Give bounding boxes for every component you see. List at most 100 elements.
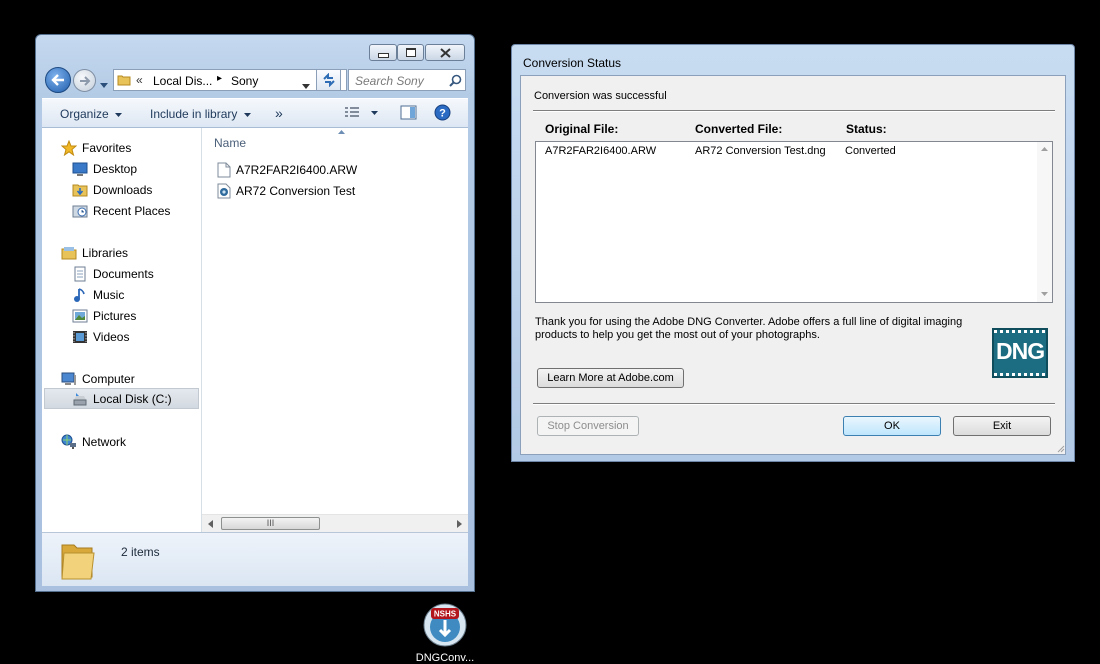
change-view-button[interactable] bbox=[344, 107, 379, 122]
dialog-title: Conversion Status bbox=[523, 56, 622, 70]
nav-downloads[interactable]: Downloads bbox=[72, 180, 152, 200]
refresh-button[interactable] bbox=[316, 69, 341, 91]
desktop-shortcut[interactable]: NSHS DNGConv... bbox=[416, 602, 474, 664]
nav-label: Favorites bbox=[82, 141, 132, 155]
nav-label: Recent Places bbox=[93, 204, 171, 218]
search-placeholder: Search Sony bbox=[355, 74, 424, 88]
back-button[interactable] bbox=[45, 67, 71, 93]
conversion-list[interactable]: A7R2FAR2I6400.ARW AR72 Conversion Test.d… bbox=[535, 141, 1053, 303]
column-original: Original File: bbox=[545, 122, 619, 136]
nav-label: Computer bbox=[82, 372, 135, 386]
resize-grip-icon[interactable] bbox=[1056, 444, 1065, 453]
refresh-icon bbox=[323, 73, 335, 87]
chevron-down-icon bbox=[100, 83, 108, 88]
search-icon[interactable] bbox=[449, 74, 462, 87]
cell-original: A7R2FAR2I6400.ARW bbox=[545, 145, 657, 157]
organize-label: Organize bbox=[60, 107, 109, 121]
nav-favorites[interactable]: Favorites bbox=[61, 138, 131, 158]
nav-label: Pictures bbox=[93, 309, 137, 323]
scroll-left-icon[interactable] bbox=[208, 520, 213, 528]
scroll-up-icon[interactable] bbox=[1041, 147, 1048, 151]
file-name: A7R2FAR2I6400.ARW bbox=[236, 163, 358, 177]
hard-drive-icon bbox=[73, 393, 87, 406]
maximize-icon bbox=[405, 48, 416, 57]
videos-icon bbox=[73, 331, 87, 343]
breadcrumb-separator[interactable]: ▸ bbox=[217, 73, 222, 84]
folder-icon bbox=[117, 73, 131, 90]
thanks-text-line2: products to help you get the most out of… bbox=[535, 329, 820, 341]
close-button[interactable] bbox=[425, 44, 465, 61]
stop-conversion-button[interactable]: Stop Conversion bbox=[537, 416, 639, 436]
computer-icon bbox=[61, 372, 76, 385]
learn-more-button[interactable]: Learn More at Adobe.com bbox=[537, 368, 684, 388]
file-item[interactable]: A7R2FAR2I6400.ARW bbox=[217, 162, 357, 178]
nav-label: Network bbox=[82, 435, 127, 449]
column-status: Status: bbox=[846, 122, 887, 136]
forward-arrow-icon bbox=[79, 75, 90, 86]
help-button[interactable]: ? bbox=[434, 104, 451, 124]
include-in-library-menu[interactable]: Include in library bbox=[150, 107, 251, 121]
recent-pages-dropdown[interactable] bbox=[100, 77, 108, 91]
libraries-icon bbox=[61, 247, 77, 260]
downloads-folder-icon bbox=[72, 184, 88, 197]
nav-recent-places[interactable]: Recent Places bbox=[72, 201, 170, 221]
organize-menu[interactable]: Organize bbox=[60, 107, 123, 121]
address-dropdown[interactable] bbox=[302, 78, 310, 92]
minimize-button[interactable] bbox=[369, 44, 397, 61]
scroll-right-icon[interactable] bbox=[457, 520, 462, 528]
column-converted: Converted File: bbox=[695, 122, 783, 136]
recent-places-icon bbox=[72, 205, 88, 218]
nav-label: Documents bbox=[93, 267, 154, 281]
network-icon bbox=[61, 434, 76, 449]
column-header-name[interactable]: Name bbox=[214, 136, 246, 150]
divider bbox=[533, 403, 1055, 405]
more-commands-button[interactable]: » bbox=[275, 105, 283, 121]
file-item[interactable]: AR72 Conversion Test bbox=[217, 183, 355, 199]
nav-label: Music bbox=[93, 288, 125, 302]
horizontal-scrollbar[interactable]: III bbox=[202, 514, 468, 533]
details-pane: 2 items bbox=[42, 532, 468, 586]
svg-text:?: ? bbox=[439, 108, 446, 120]
explorer-window: « Local Dis... ▸ Sony Search Sony Organi… bbox=[35, 34, 475, 592]
nav-videos[interactable]: Videos bbox=[72, 327, 129, 347]
folder-large-icon bbox=[61, 544, 95, 580]
back-arrow-icon bbox=[51, 74, 64, 86]
help-icon: ? bbox=[434, 104, 451, 121]
dng-logo: DNG bbox=[992, 328, 1048, 378]
forward-button[interactable] bbox=[73, 69, 96, 92]
nav-documents[interactable]: Documents bbox=[72, 264, 154, 284]
breadcrumb-parent[interactable]: Local Dis... bbox=[153, 74, 212, 88]
maximize-button[interactable] bbox=[397, 44, 424, 61]
close-icon bbox=[439, 47, 451, 58]
file-list-pane: Name A7R2FAR2I6400.ARW AR72 Conversion T… bbox=[202, 128, 468, 532]
nav-music[interactable]: Music bbox=[72, 285, 124, 305]
ok-button[interactable]: OK bbox=[843, 416, 941, 436]
conversion-status-dialog: Conversion Status Conversion was success… bbox=[511, 44, 1075, 462]
dng-file-icon bbox=[217, 183, 231, 199]
music-icon bbox=[74, 288, 85, 302]
scroll-thumb[interactable]: III bbox=[221, 517, 320, 530]
nav-desktop[interactable]: Desktop bbox=[72, 159, 137, 179]
chevron-down-icon bbox=[115, 112, 123, 117]
breadcrumb-current[interactable]: Sony bbox=[231, 74, 258, 88]
desktop-icon-label: DNGConv... bbox=[415, 652, 475, 664]
nav-computer[interactable]: Computer bbox=[61, 369, 135, 389]
table-row[interactable]: A7R2FAR2I6400.ARW AR72 Conversion Test.d… bbox=[536, 142, 1036, 160]
dialog-body: Conversion was successful Original File:… bbox=[520, 75, 1066, 455]
vertical-scrollbar[interactable] bbox=[1037, 142, 1052, 302]
nav-label: Downloads bbox=[93, 183, 153, 197]
chevron-down-icon bbox=[243, 112, 251, 117]
dng-converter-app-icon: NSHS bbox=[423, 603, 467, 647]
search-field[interactable]: Search Sony bbox=[348, 69, 466, 91]
scroll-down-icon[interactable] bbox=[1041, 292, 1048, 296]
preview-pane-icon bbox=[400, 105, 417, 120]
navigation-pane: Favorites Desktop Downloads Recent Place… bbox=[42, 128, 202, 532]
nav-pictures[interactable]: Pictures bbox=[72, 306, 136, 326]
nav-libraries[interactable]: Libraries bbox=[61, 243, 128, 263]
nav-local-disk[interactable]: Local Disk (C:) bbox=[72, 389, 172, 409]
nav-network[interactable]: Network bbox=[61, 432, 126, 452]
breadcrumb-prefix[interactable]: « bbox=[136, 73, 143, 87]
preview-pane-button[interactable] bbox=[400, 105, 417, 123]
exit-button[interactable]: Exit bbox=[953, 416, 1051, 436]
address-bar[interactable]: « Local Dis... ▸ Sony bbox=[113, 69, 347, 91]
